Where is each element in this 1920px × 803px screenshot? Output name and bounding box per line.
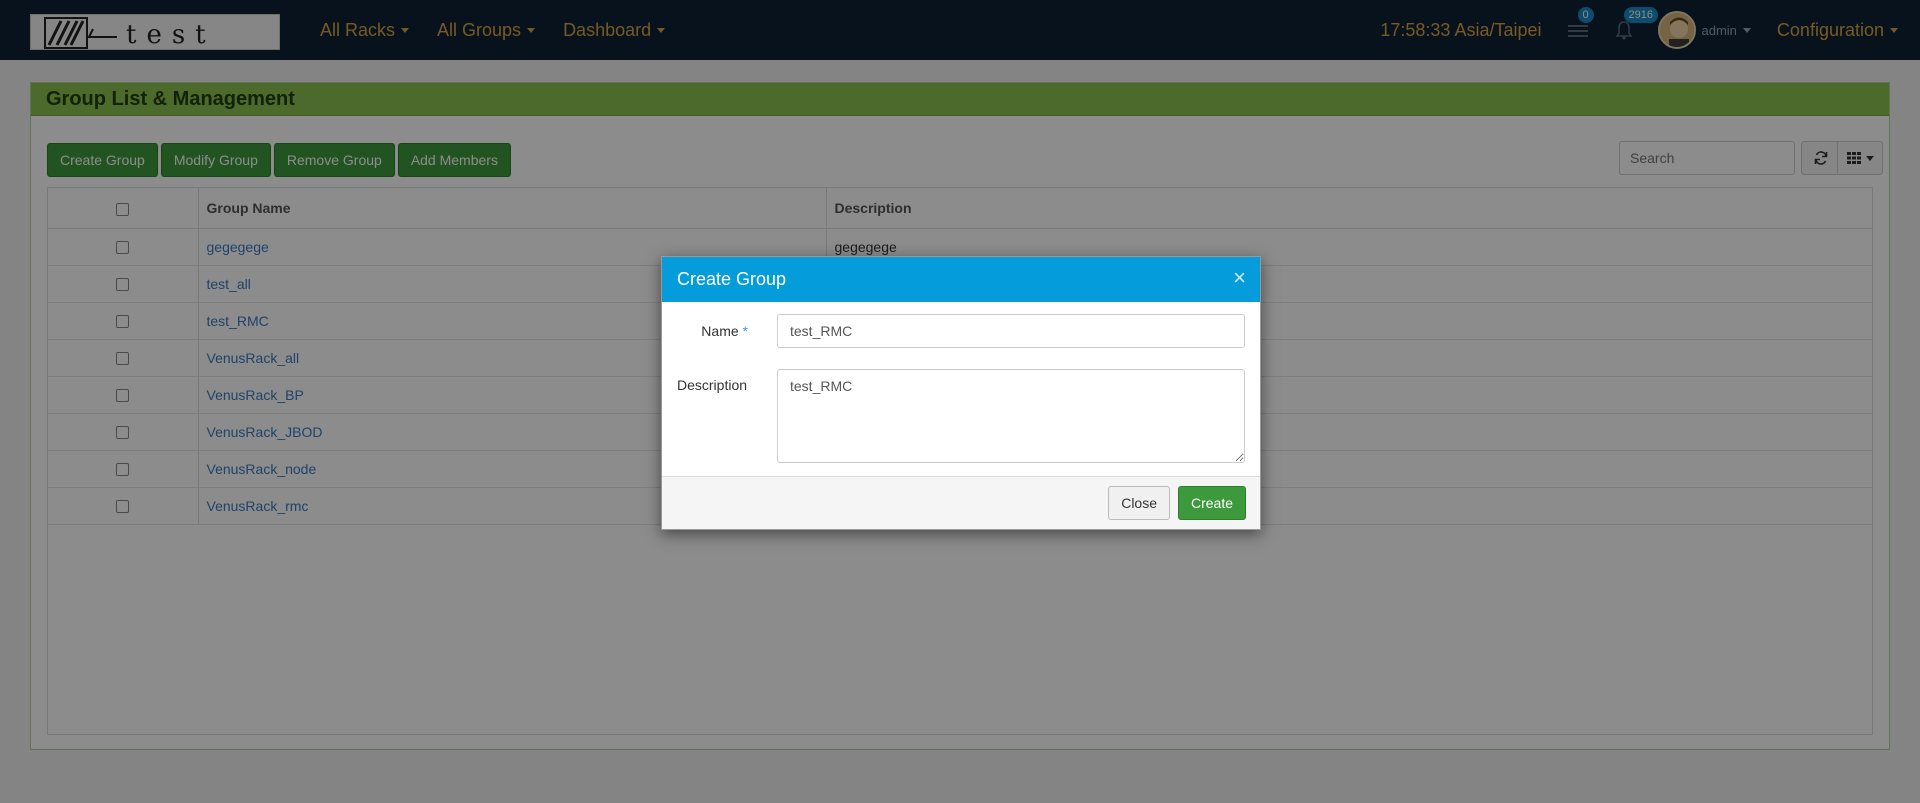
name-field[interactable]: [777, 314, 1245, 348]
description-label: Description: [677, 377, 748, 393]
close-button[interactable]: Close: [1108, 486, 1170, 520]
dialog-header: Create Group ×: [662, 257, 1260, 302]
required-marker: *: [742, 323, 748, 339]
create-button[interactable]: Create: [1177, 486, 1246, 520]
name-row: Name *: [662, 314, 1260, 348]
dialog-title: Create Group: [677, 269, 787, 289]
description-field[interactable]: test_RMC: [777, 369, 1245, 463]
create-group-dialog: Create Group × Name * Description test_R…: [661, 256, 1261, 530]
close-icon[interactable]: ×: [1233, 267, 1246, 289]
description-row: Description test_RMC: [662, 369, 1260, 463]
name-label: Name *: [701, 323, 748, 339]
dialog-footer: Close Create: [662, 476, 1260, 529]
